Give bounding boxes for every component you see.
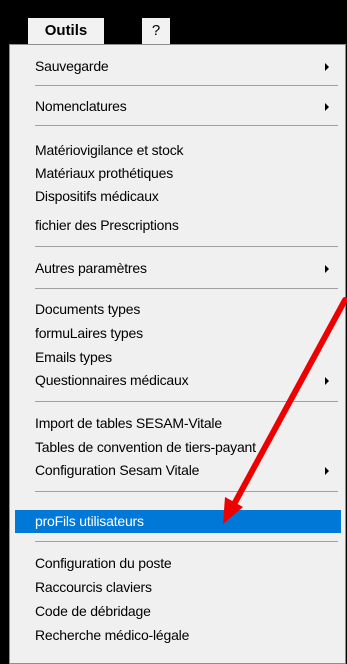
menu-item-label: Emails types <box>35 349 112 365</box>
submenu-arrow-icon <box>325 103 329 111</box>
menu-item-label: Documents types <box>35 301 141 317</box>
menu-item-label: formuLaires types <box>35 325 143 341</box>
menu-item-profils-utilisateurs[interactable]: proFils utilisateurs <box>15 510 341 533</box>
menu-item-recherche-medico-legale[interactable]: Recherche médico-légale <box>15 624 341 647</box>
submenu-arrow-icon <box>325 63 329 71</box>
menu-item-label: Configuration Sesam Vitale <box>35 462 200 478</box>
menu-item-questionnaires-medicaux[interactable]: Questionnaires médicaux <box>15 369 341 392</box>
menu-item-dispositifs-medicaux[interactable]: Dispositifs médicaux <box>15 185 341 208</box>
separator <box>35 246 338 247</box>
submenu-arrow-icon <box>325 265 329 273</box>
separator <box>35 125 338 126</box>
menu-item-label: Autres paramètres <box>35 260 147 276</box>
menu-item-label: Tables de convention de tiers-payant <box>35 439 256 455</box>
separator <box>35 85 338 86</box>
menu-item-label: Questionnaires médicaux <box>35 372 189 388</box>
menu-item-documents-types[interactable]: Documents types <box>15 298 341 321</box>
menu-item-label: Raccourcis claviers <box>35 579 152 595</box>
menu-item-raccourcis-claviers[interactable]: Raccourcis claviers <box>15 576 341 599</box>
separator <box>35 541 338 542</box>
menu-item-label: Configuration du poste <box>35 555 172 571</box>
menu-item-configuration-sesam-vitale[interactable]: Configuration Sesam Vitale <box>15 459 341 482</box>
separator <box>35 491 338 492</box>
separator <box>35 401 338 402</box>
menu-item-label: proFils utilisateurs <box>35 513 144 529</box>
menu-outils[interactable]: Outils <box>28 18 104 44</box>
menu-item-code-debridage[interactable]: Code de débridage <box>15 600 341 623</box>
menu-item-label: Matériaux prothétiques <box>35 165 174 181</box>
menu-item-nomenclatures[interactable]: Nomenclatures <box>15 95 341 118</box>
menu-item-label: fichier des Prescriptions <box>35 217 179 233</box>
menu-item-fichier-prescriptions[interactable]: fichier des Prescriptions <box>15 214 341 237</box>
menu-item-import-tables-sesam[interactable]: Import de tables SESAM-Vitale <box>15 412 341 435</box>
menu-item-label: Matériovigilance et stock <box>35 142 184 158</box>
menu-item-tables-convention[interactable]: Tables de convention de tiers-payant <box>15 436 341 459</box>
menu-item-sauvegarde[interactable]: Sauvegarde <box>15 55 341 78</box>
submenu-arrow-icon <box>325 377 329 385</box>
menu-item-label: Import de tables SESAM-Vitale <box>35 415 222 431</box>
menu-item-emails-types[interactable]: Emails types <box>15 346 341 369</box>
menu-item-label: Sauvegarde <box>35 58 109 74</box>
outils-dropdown-menu: Sauvegarde Nomenclatures Matériovigilanc… <box>9 44 346 664</box>
menu-item-label: Code de débridage <box>35 603 151 619</box>
separator <box>35 288 338 289</box>
menu-item-autres-parametres[interactable]: Autres paramètres <box>15 257 341 280</box>
submenu-arrow-icon <box>325 467 329 475</box>
menu-help[interactable]: ? <box>142 18 170 44</box>
menu-item-label: Nomenclatures <box>35 98 127 114</box>
menu-item-formulaires-types[interactable]: formuLaires types <box>15 322 341 345</box>
menu-item-label: Recherche médico-légale <box>35 627 190 643</box>
menu-item-materiovigilance[interactable]: Matériovigilance et stock <box>15 139 341 162</box>
menu-item-configuration-poste[interactable]: Configuration du poste <box>15 552 341 575</box>
menu-item-label: Dispositifs médicaux <box>35 188 159 204</box>
menu-item-materiaux-prothetiques[interactable]: Matériaux prothétiques <box>15 162 341 185</box>
